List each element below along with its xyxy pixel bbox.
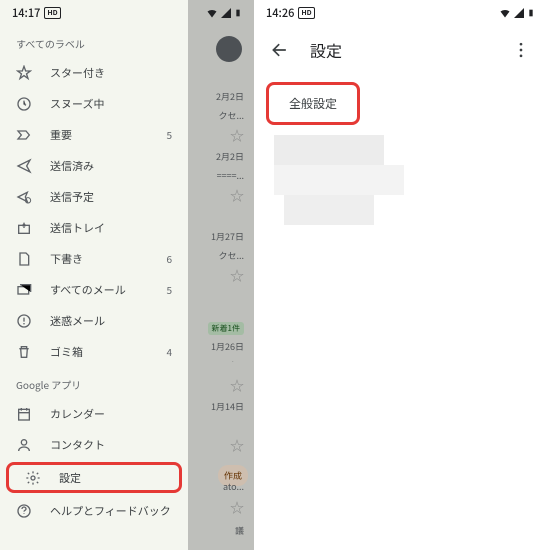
file-icon — [16, 251, 32, 267]
hd-badge: HD — [298, 7, 314, 19]
nav-count: 5 — [166, 127, 172, 142]
section-header-labels: すべてのラベル — [0, 26, 188, 57]
nav-label: 迷惑メール — [50, 313, 172, 329]
wifi-icon — [206, 7, 218, 19]
nav-item-sent[interactable]: 送信済み — [0, 150, 188, 181]
mail-row: 2月2日 クセ... ☆ — [188, 90, 246, 146]
navigation-drawer[interactable]: すべてのラベル スター付き スヌーズ中 重要 5 送信済み — [0, 0, 188, 550]
mail-row: 1月14日 ogle... 」を ... ☆ — [188, 400, 246, 456]
star-outline-icon: ☆ — [230, 436, 244, 456]
nav-item-trash[interactable]: ゴミ箱 4 — [0, 336, 188, 367]
mail-row: 新着1件 — [188, 300, 246, 356]
battery-icon — [527, 7, 535, 19]
phone-left: 14:17 HD すべてのラベル スター付き スヌーズ中 — [0, 0, 254, 550]
appbar: 設定 — [254, 26, 547, 74]
back-button[interactable] — [270, 40, 290, 60]
status-bar-left: 14:17 HD — [0, 0, 254, 26]
more-button[interactable] — [511, 40, 531, 60]
hd-badge: HD — [44, 7, 60, 19]
nav-item-snoozed[interactable]: スヌーズ中 — [0, 88, 188, 119]
status-time: 14:26 — [266, 5, 294, 21]
status-icons — [206, 7, 242, 19]
section-header-apps: Google アプリ — [0, 367, 188, 398]
nav-item-starred[interactable]: スター付き — [0, 57, 188, 88]
nav-label: カレンダー — [50, 406, 172, 422]
nav-label: コンタクト — [50, 437, 172, 453]
nav-item-settings[interactable]: 設定 — [6, 462, 182, 493]
nav-item-help[interactable]: ヘルプとフィードバック — [0, 495, 188, 526]
status-bar-right: 14:26 HD — [254, 0, 547, 26]
nav-label: スター付き — [50, 65, 172, 81]
star-outline-icon: ☆ — [230, 186, 244, 206]
star-outline-icon: ☆ — [230, 266, 244, 286]
mail-row: ato... ☆ 議 — [188, 480, 246, 536]
nav-label: 送信トレイ — [50, 220, 172, 236]
nav-label: 重要 — [50, 127, 148, 143]
signal-icon — [220, 7, 232, 19]
nav-item-spam[interactable]: 迷惑メール — [0, 305, 188, 336]
nav-count: 6 — [166, 251, 172, 266]
nav-item-contacts[interactable]: コンタクト — [0, 429, 188, 460]
redacted-content — [274, 135, 404, 225]
battery-icon — [234, 7, 242, 19]
stacked-mail-icon — [16, 282, 32, 298]
settings-list: 全般設定 — [254, 74, 547, 243]
phone-right: 14:26 HD 設定 全般設定 — [254, 0, 547, 550]
page-title: 設定 — [310, 38, 491, 62]
star-outline-icon: ☆ — [230, 126, 244, 146]
nav-label: 送信済み — [50, 158, 172, 174]
compose-button: 作成 — [218, 465, 248, 486]
spam-icon — [16, 313, 32, 329]
mail-row: 2月2日 ====... ☆ — [188, 150, 246, 206]
help-icon — [16, 503, 32, 519]
nav-item-scheduled[interactable]: 送信予定 — [0, 181, 188, 212]
clock-icon — [16, 96, 32, 112]
nav-item-drafts[interactable]: 下書き 6 — [0, 243, 188, 274]
person-icon — [16, 437, 32, 453]
more-vert-icon — [511, 40, 531, 60]
nav-label: 送信予定 — [50, 189, 172, 205]
schedule-send-icon — [16, 189, 32, 205]
nav-label: すべてのメール — [50, 282, 148, 298]
nav-item-calendar[interactable]: カレンダー — [0, 398, 188, 429]
nav-item-outbox[interactable]: 送信トレイ — [0, 212, 188, 243]
mail-row: 1月27日 クセ... ☆ — [188, 230, 246, 286]
drawer-scrim[interactable]: 2月2日 クセ... ☆ 2月2日 ====... ☆ 1月27日 クセ... … — [188, 0, 254, 550]
wifi-icon — [499, 7, 511, 19]
nav-label: ゴミ箱 — [50, 344, 148, 360]
status-icons — [499, 7, 535, 19]
signal-icon — [513, 7, 525, 19]
nav-label: スヌーズ中 — [50, 96, 172, 112]
important-icon — [16, 127, 32, 143]
mail-row: 1月26日 、強... alo... ☆ — [188, 340, 246, 396]
new-badge: 新着1件 — [208, 322, 244, 335]
nav-label: 下書き — [50, 251, 148, 267]
nav-item-allmail[interactable]: すべてのメール 5 — [0, 274, 188, 305]
star-outline-icon: ☆ — [230, 498, 244, 518]
gear-icon — [25, 470, 41, 486]
outbox-icon — [16, 220, 32, 236]
nav-label: 設定 — [59, 470, 163, 486]
star-outline-icon: ☆ — [230, 376, 244, 396]
settings-item-label: 全般設定 — [289, 95, 337, 112]
nav-label: ヘルプとフィードバック — [50, 503, 172, 519]
status-time: 14:17 — [12, 5, 40, 21]
star-icon — [16, 65, 32, 81]
calendar-icon — [16, 406, 32, 422]
settings-item-general[interactable]: 全般設定 — [266, 82, 360, 125]
nav-count: 5 — [166, 282, 172, 297]
send-icon — [16, 158, 32, 174]
avatar — [216, 36, 242, 62]
nav-count: 4 — [166, 344, 172, 359]
nav-item-important[interactable]: 重要 5 — [0, 119, 188, 150]
arrow-left-icon — [270, 40, 290, 60]
trash-icon — [16, 344, 32, 360]
